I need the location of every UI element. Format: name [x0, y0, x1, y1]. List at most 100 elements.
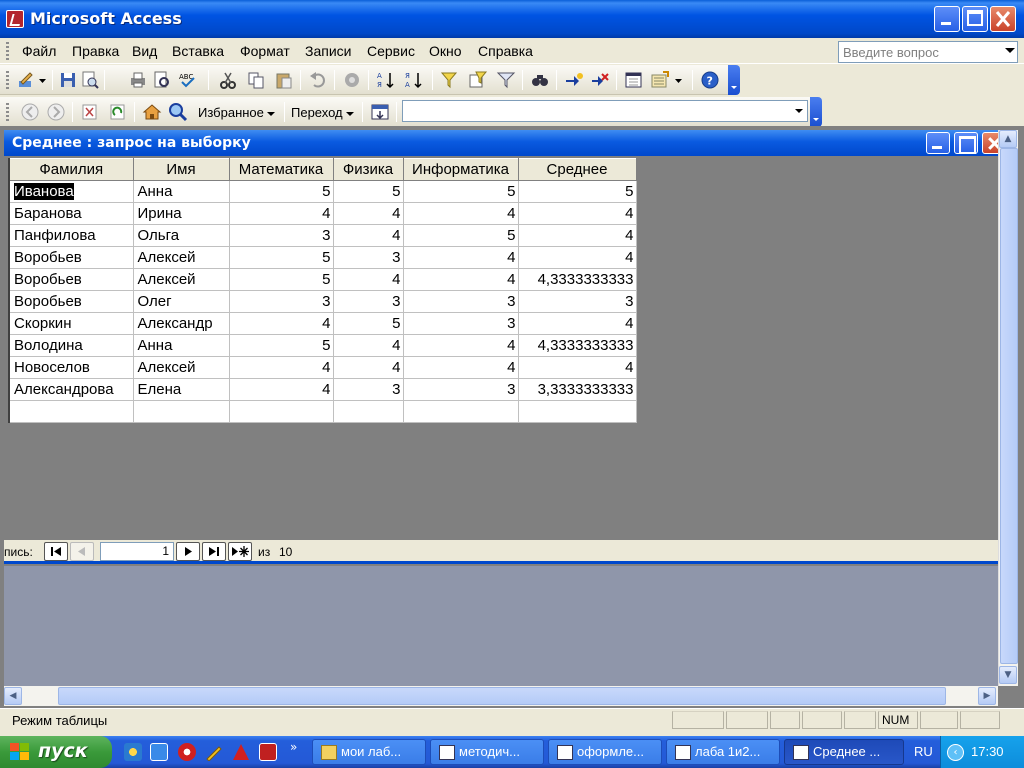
table-cell[interactable]: Олег [132, 290, 230, 313]
last-record-button[interactable] [202, 542, 226, 561]
back-icon[interactable] [20, 102, 40, 122]
table-cell[interactable]: 3 [332, 290, 404, 313]
show-only-web-toolbar-icon[interactable] [370, 102, 390, 122]
menu-help[interactable]: Справка [478, 43, 533, 59]
home-icon[interactable] [142, 102, 162, 122]
print-icon[interactable] [128, 70, 148, 90]
table-cell[interactable]: 4 [402, 202, 519, 225]
table-cell[interactable]: 4 [402, 356, 519, 379]
table-cell[interactable]: Елена [132, 378, 230, 401]
menu-window[interactable]: Окно [429, 43, 462, 59]
query-window-title-bar[interactable]: Среднее : запрос на выборку [4, 130, 1006, 156]
table-cell[interactable]: 4 [402, 268, 519, 291]
column-header-math[interactable]: Математика [228, 158, 334, 181]
new-record-nav-button[interactable] [228, 542, 252, 561]
table-cell[interactable]: 3 [332, 378, 404, 401]
view-dropdown-icon[interactable] [38, 70, 48, 90]
sort-descending-icon[interactable]: ЯA [404, 70, 424, 90]
app-shortcut-icon[interactable] [259, 743, 277, 761]
quick-launch-more-icon[interactable]: » [290, 740, 297, 754]
table-cell[interactable]: Анна [132, 334, 230, 357]
task-button-folder[interactable]: мои лаб... [312, 739, 426, 765]
menu-edit[interactable]: Правка [72, 43, 119, 59]
table-cell[interactable]: 3,3333333333 [517, 378, 637, 401]
menu-tools[interactable]: Сервис [367, 43, 415, 59]
acrobat-icon[interactable] [232, 743, 250, 761]
database-window-icon[interactable] [624, 70, 644, 90]
scroll-up-button[interactable]: ▲ [999, 130, 1017, 148]
new-record-icon[interactable] [564, 70, 584, 90]
filter-by-selection-icon[interactable] [440, 70, 460, 90]
start-button[interactable]: пуск [0, 736, 112, 768]
table-cell[interactable]: 5 [228, 180, 334, 203]
table-cell[interactable]: Воробьев [8, 290, 134, 313]
table-cell[interactable]: Ирина [132, 202, 230, 225]
language-indicator[interactable]: RU [914, 744, 933, 759]
table-cell[interactable]: 4,3333333333 [517, 268, 637, 291]
table-cell[interactable]: 5 [517, 180, 637, 203]
table-cell[interactable]: 4 [332, 224, 404, 247]
table-cell[interactable]: Ольга [132, 224, 230, 247]
refresh-icon[interactable] [108, 102, 128, 122]
table-cell[interactable]: 5 [402, 180, 519, 203]
table-cell[interactable] [332, 400, 404, 423]
save-icon[interactable] [58, 70, 78, 90]
media-player-icon[interactable] [124, 743, 142, 761]
delete-record-icon[interactable] [590, 70, 610, 90]
menu-file[interactable]: Файл [22, 43, 56, 59]
paste-icon[interactable] [274, 70, 294, 90]
menu-insert[interactable]: Вставка [172, 43, 224, 59]
undo-icon[interactable] [308, 70, 328, 90]
task-button-word-1[interactable]: методич... [430, 739, 544, 765]
horizontal-scrollbar[interactable]: ◀ ▶ [4, 686, 998, 706]
chevron-down-icon[interactable] [795, 109, 803, 113]
toolbar-grip[interactable] [6, 71, 9, 89]
minimize-button[interactable] [934, 6, 960, 32]
table-cell[interactable]: 4 [402, 334, 519, 357]
spelling-icon[interactable]: ABC [178, 70, 198, 90]
search-file-icon[interactable] [80, 70, 100, 90]
forward-icon[interactable] [46, 102, 66, 122]
table-cell[interactable]: 4 [332, 268, 404, 291]
filter-by-form-icon[interactable] [468, 70, 488, 90]
print-preview-icon[interactable] [152, 70, 172, 90]
query-minimize-button[interactable] [926, 132, 950, 154]
close-button[interactable] [990, 6, 1016, 32]
column-header-physics[interactable]: Физика [332, 158, 404, 181]
apply-filter-icon[interactable] [496, 70, 516, 90]
table-cell[interactable]: 5 [402, 224, 519, 247]
table-cell[interactable]: 4 [517, 312, 637, 335]
table-cell[interactable]: Панфилова [8, 224, 134, 247]
column-header-informatics[interactable]: Информатика [402, 158, 519, 181]
opera-icon[interactable] [178, 743, 196, 761]
table-cell[interactable]: 4 [228, 378, 334, 401]
table-cell[interactable]: Баранова [8, 202, 134, 225]
table-cell[interactable]: Александрова [8, 378, 134, 401]
first-record-button[interactable] [44, 542, 68, 561]
scroll-right-button[interactable]: ▶ [978, 687, 996, 705]
table-cell[interactable]: 4 [332, 202, 404, 225]
scroll-left-button[interactable]: ◀ [4, 687, 22, 705]
clock[interactable]: 17:30 [971, 744, 1004, 759]
table-cell[interactable] [228, 400, 334, 423]
next-record-button[interactable] [176, 542, 200, 561]
stop-icon[interactable] [80, 102, 100, 122]
app-title-bar[interactable]: Microsoft Access [0, 0, 1024, 38]
table-cell[interactable]: 5 [332, 180, 404, 203]
menu-records[interactable]: Записи [305, 43, 351, 59]
goto-menu[interactable]: Переход [291, 105, 354, 120]
table-cell[interactable]: 4 [228, 356, 334, 379]
scroll-down-button[interactable]: ▼ [999, 666, 1017, 684]
table-cell[interactable]: 3 [402, 312, 519, 335]
vertical-scroll-thumb[interactable] [1000, 148, 1018, 664]
table-cell[interactable]: 4 [517, 224, 637, 247]
query-maximize-button[interactable] [954, 132, 978, 154]
horizontal-scroll-thumb[interactable] [58, 687, 946, 705]
table-cell[interactable]: 4 [332, 356, 404, 379]
table-cell[interactable]: 4 [332, 334, 404, 357]
task-button-word-2[interactable]: оформле... [548, 739, 662, 765]
task-button-query[interactable]: Среднее ... [784, 739, 904, 765]
show-hidden-icons-button[interactable]: ‹ [947, 744, 964, 761]
table-cell[interactable]: 4 [402, 246, 519, 269]
toolbar-grip[interactable] [6, 103, 9, 121]
